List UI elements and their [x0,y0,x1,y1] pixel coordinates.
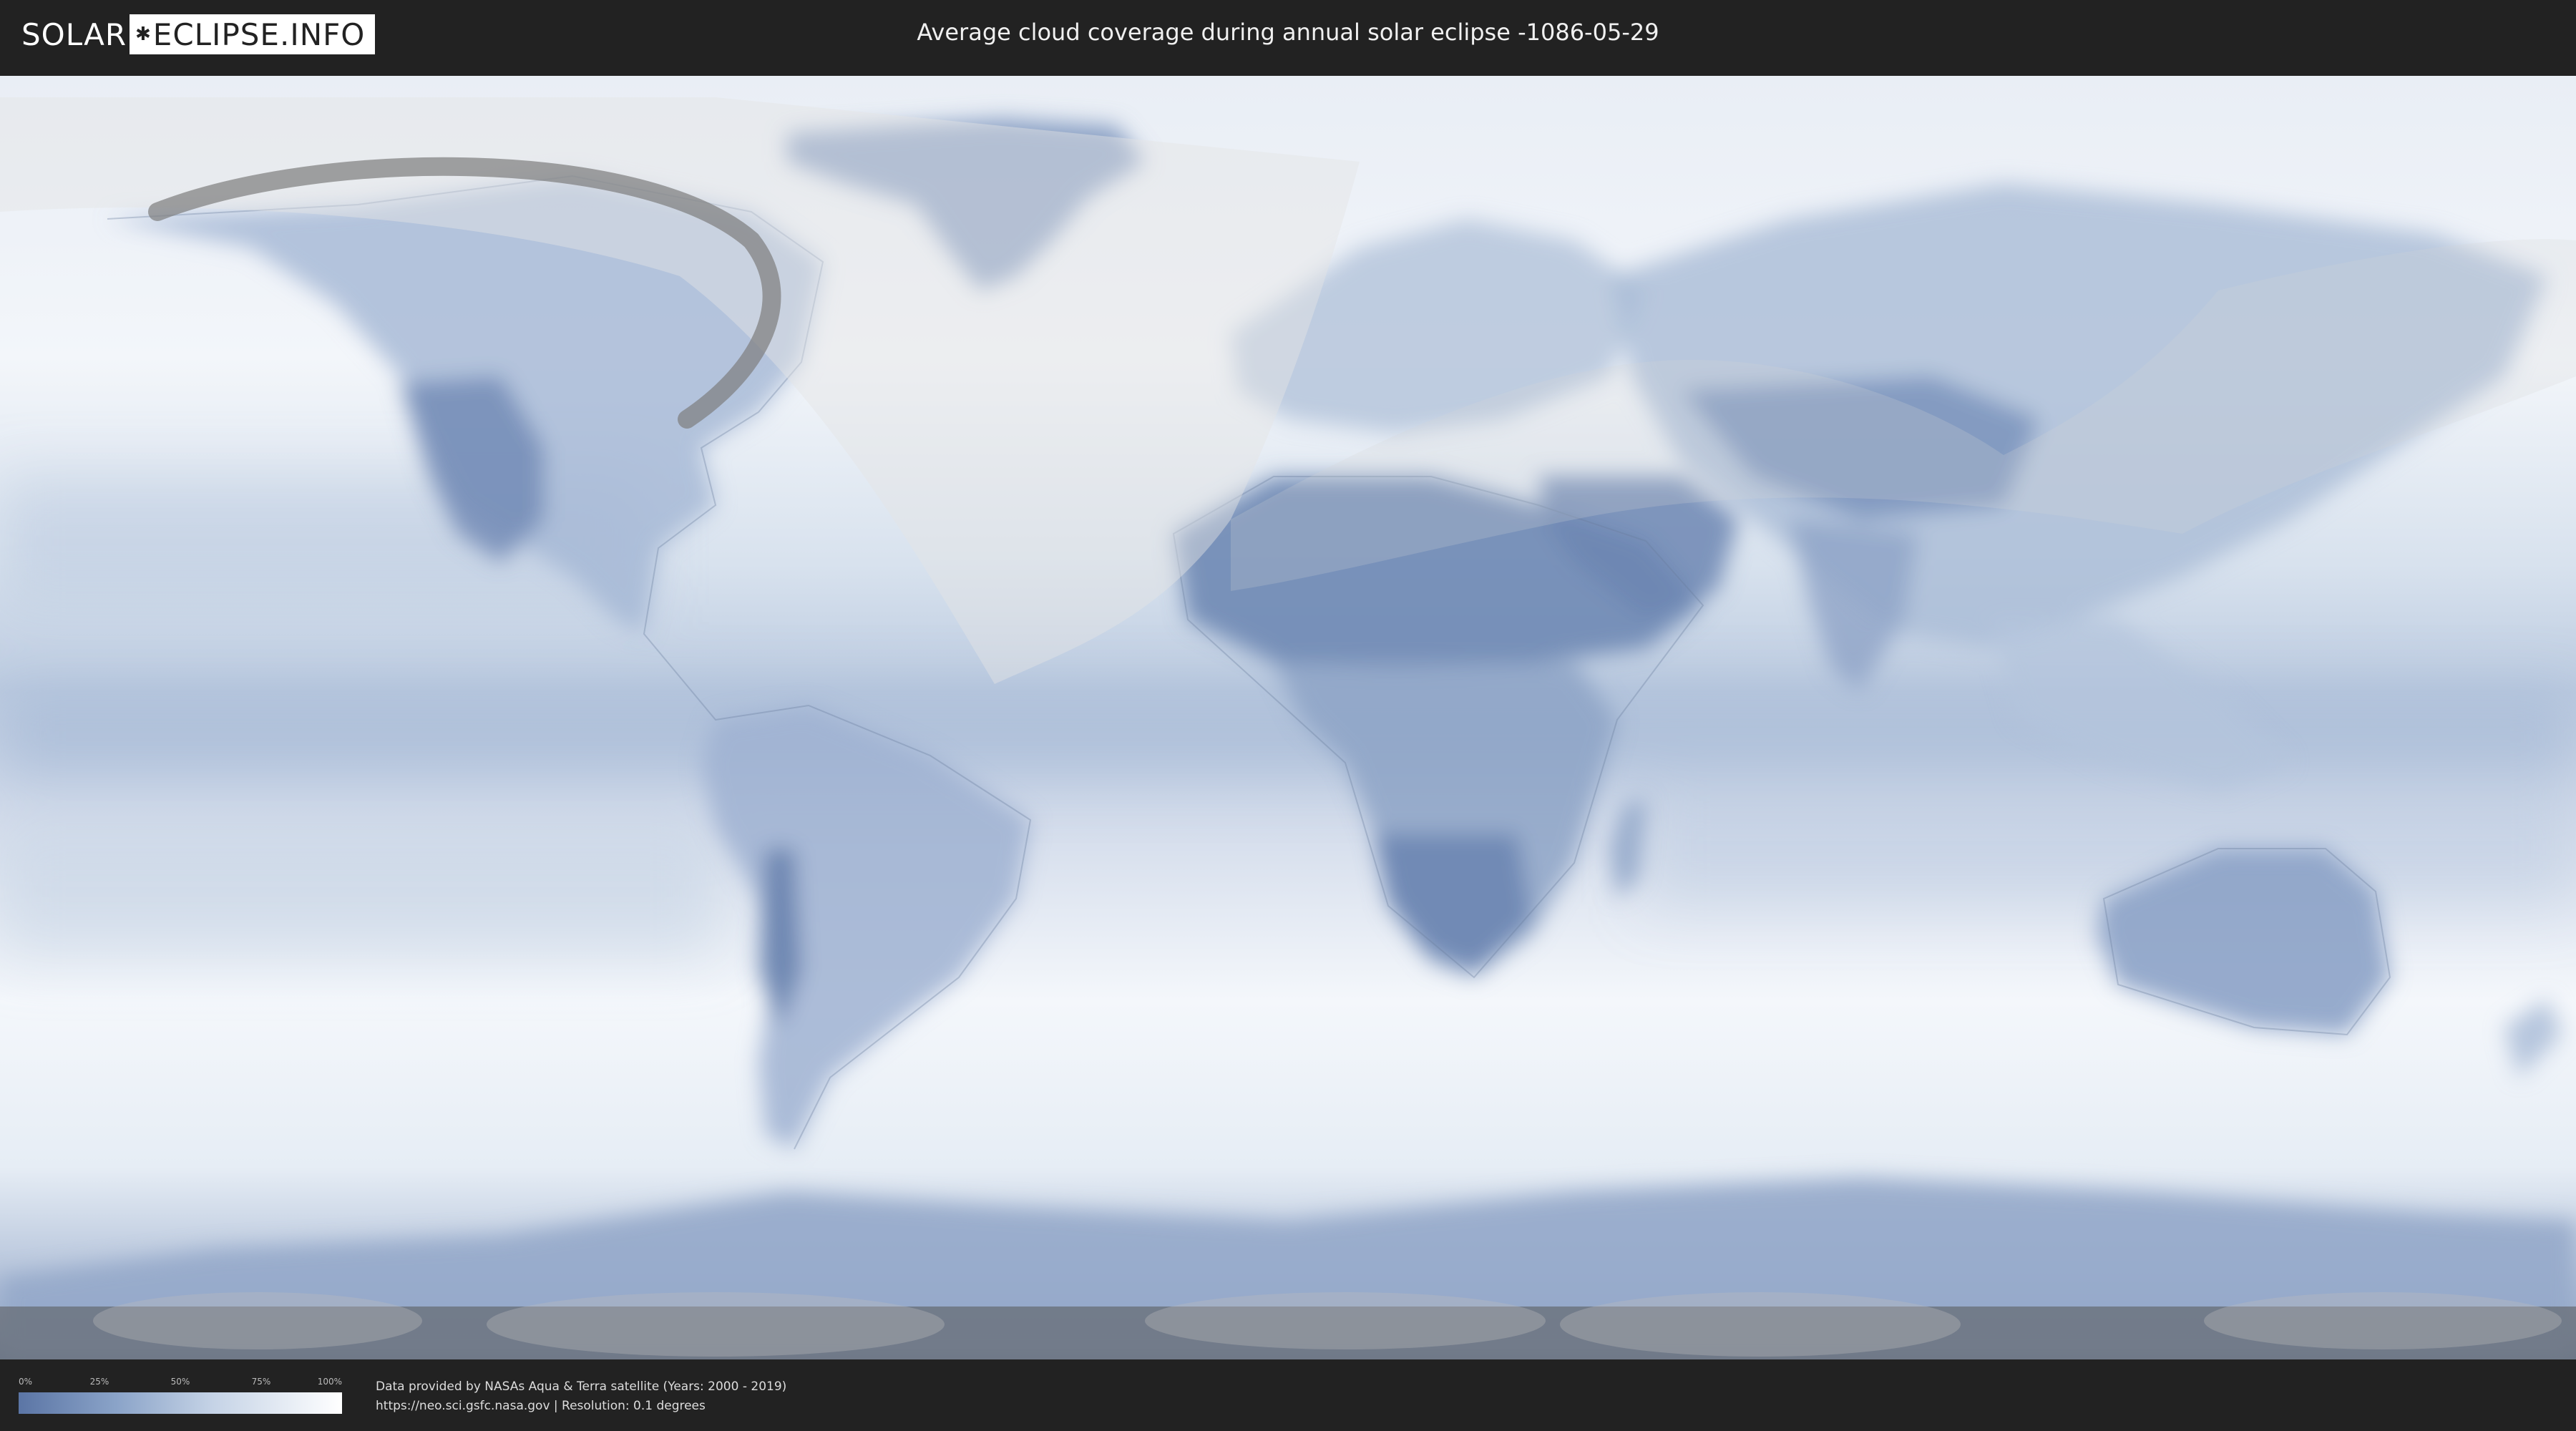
cloud-band-south-pacific [0,827,716,956]
legend-tick-labels: 0% 25% 50% 75% 100% [19,1377,342,1390]
cloud-coverage-map [0,76,2576,1359]
cloud-coverage-legend-bar [19,1392,342,1414]
header-bar: SOLAR ✱ ECLIPSE.INFO Average cloud cover… [0,0,2576,72]
legend-tick-75: 75% [251,1377,271,1387]
source-link[interactable]: https://neo.sci.gsfc.nasa.gov | Resoluti… [376,1399,706,1413]
legend-tick-50: 50% [170,1377,190,1387]
polar-lobe-2 [487,1292,945,1357]
polar-lobe-5 [2204,1292,2562,1349]
cloud-band-indian [1646,791,2576,906]
polar-lobe-3 [1145,1292,1546,1349]
polar-lobe-1 [93,1292,422,1349]
legend-tick-100: 100% [317,1377,342,1387]
page-title: Average cloud coverage during annual sol… [917,19,1659,46]
legend-tick-0: 0% [19,1377,33,1387]
footer-bar: 0% 25% 50% 75% 100% Data provided by NASAs A… [0,1359,2576,1431]
map-canvas [0,76,2576,1359]
polar-lobe-4 [1560,1292,1961,1357]
legend-tick-25: 25% [89,1377,109,1387]
data-credit: Data provided by NASAs Aqua & Terra sate… [376,1379,787,1394]
